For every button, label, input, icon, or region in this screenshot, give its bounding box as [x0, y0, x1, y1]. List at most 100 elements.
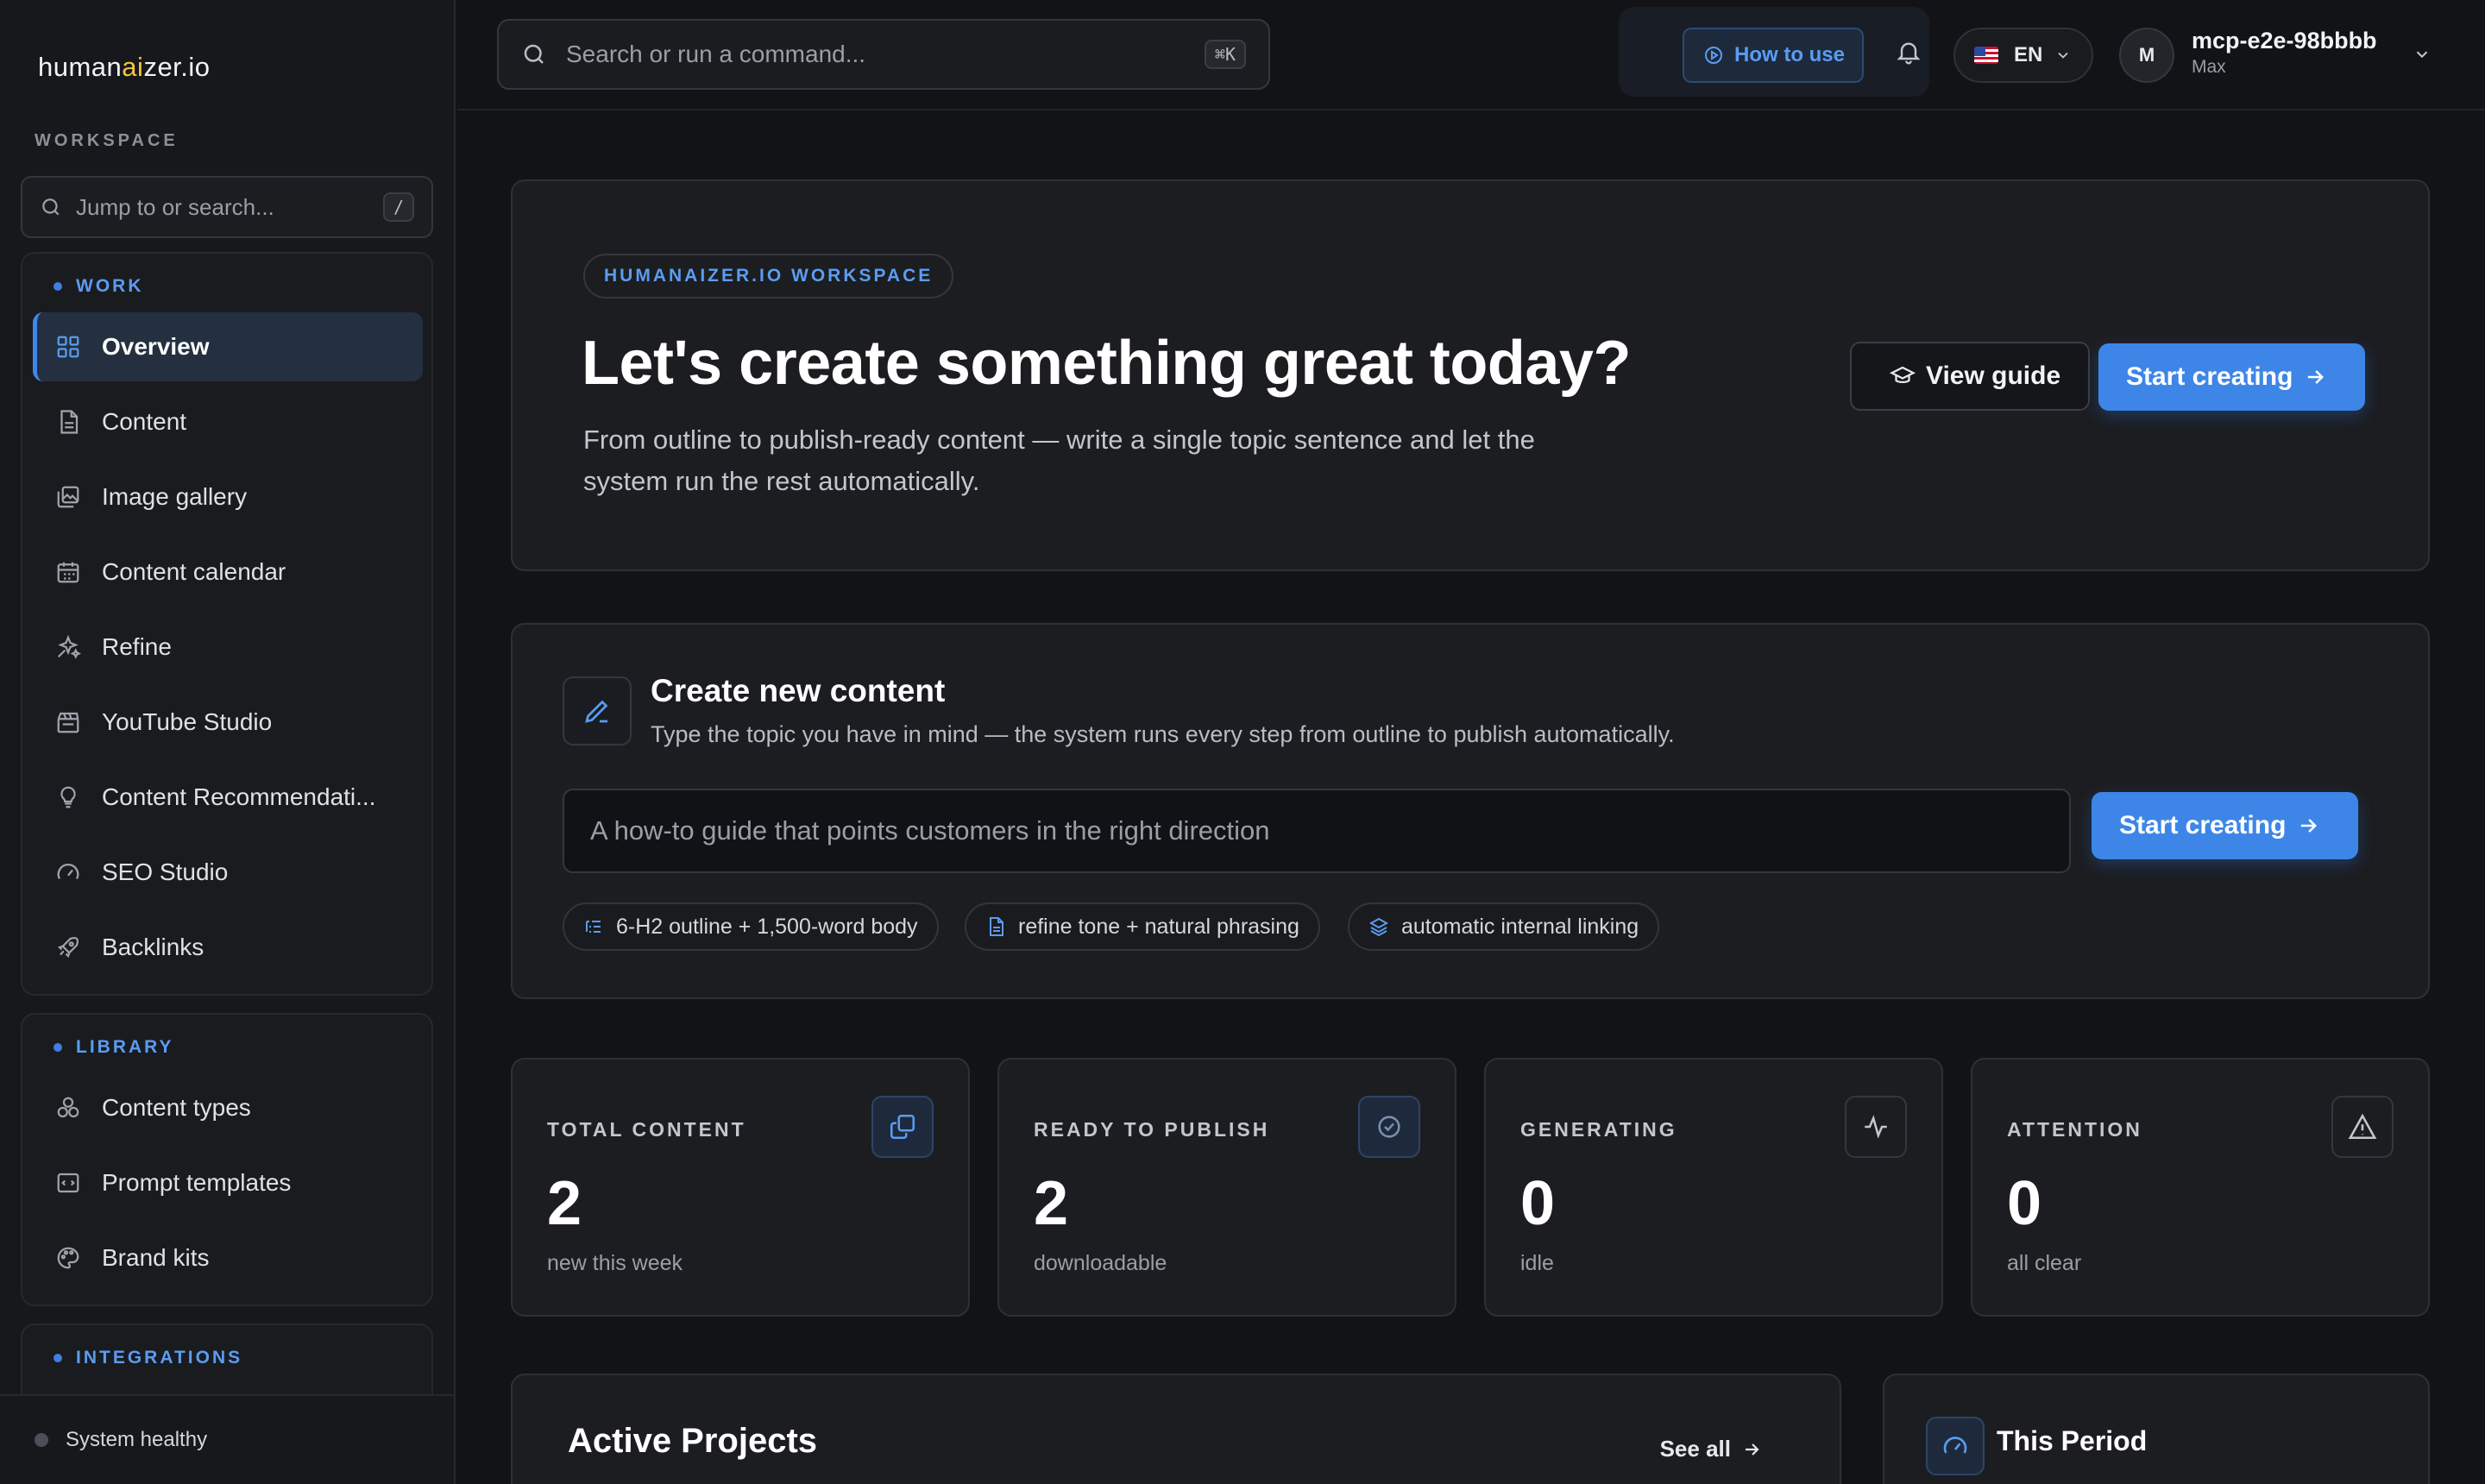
how-to-use-container: How to use — [1619, 7, 1929, 97]
hero-description: From outline to publish-ready content — … — [583, 424, 1535, 496]
stat-value: 2 — [547, 1169, 582, 1238]
avatar[interactable]: M — [2119, 28, 2174, 83]
layers-icon — [1368, 917, 1389, 937]
user-menu-toggle[interactable] — [2413, 45, 2432, 64]
notifications-button[interactable] — [1895, 38, 1922, 66]
active-projects-title: Active Projects — [568, 1422, 818, 1460]
stat-card-generating: GENERATING 0 idle — [1484, 1058, 1943, 1317]
sidebar-item-label: Brand kits — [102, 1244, 210, 1271]
create-content-card: Create new content Type the topic you ha… — [511, 623, 2430, 999]
sidebar-item-content[interactable]: Content — [33, 387, 423, 456]
user-name[interactable]: mcp-e2e-98bbbb — [2192, 28, 2377, 54]
sidebar-item-label: Image gallery — [102, 483, 248, 510]
feature-chip-linking: automatic internal linking — [1348, 902, 1660, 951]
stat-value: 2 — [1034, 1169, 1069, 1238]
document-icon — [990, 917, 1003, 936]
sidebar-item-backlinks[interactable]: Backlinks — [33, 913, 423, 982]
create-start-creating-button[interactable]: Start creating — [2092, 792, 2359, 859]
gauge-icon — [1943, 1437, 1967, 1454]
sidebar-item-prompt-templates[interactable]: Prompt templates — [33, 1148, 423, 1217]
stat-label: TOTAL CONTENT — [547, 1118, 746, 1141]
calendar-icon — [57, 562, 79, 583]
feature-chip-tone: refine tone + natural phrasing — [965, 902, 1320, 951]
sidebar-item-seo-studio[interactable]: SEO Studio — [33, 838, 423, 907]
us-flag-icon — [1974, 47, 1998, 64]
chevron-down-icon — [2058, 52, 2068, 59]
palette-icon — [57, 1247, 79, 1269]
shapes-icon — [57, 1097, 79, 1118]
this-period-title: This Period — [1997, 1425, 2148, 1456]
sidebar-search-input[interactable]: Jump to or search... / — [21, 176, 433, 238]
create-content-description: Type the topic you have in mind — the sy… — [651, 721, 1675, 747]
this-period-card: This Period — [1883, 1374, 2430, 1484]
nav-group-title-library: LIBRARY — [53, 1037, 174, 1058]
sidebar-search-shortcut: / — [382, 192, 414, 222]
page-title: Let's create something great today? — [582, 329, 1631, 398]
sidebar-item-label: Content Recommendati... — [102, 783, 376, 810]
rocket-icon — [57, 936, 79, 959]
arrow-right-icon — [2308, 370, 2325, 384]
see-all-link[interactable]: See all — [1660, 1436, 1762, 1462]
search-icon — [524, 44, 544, 64]
images-icon — [57, 486, 79, 508]
stat-sub: downloadable — [1034, 1251, 1167, 1275]
stat-card-ready-to-publish: READY TO PUBLISH 2 downloadable — [997, 1058, 1456, 1317]
stat-card-total-content: TOTAL CONTENT 2 new this week — [511, 1058, 970, 1317]
stat-label: READY TO PUBLISH — [1034, 1118, 1270, 1141]
system-status-label: System healthy — [66, 1428, 208, 1451]
sidebar-item-label: Content — [102, 408, 187, 435]
chevron-down-icon — [2416, 51, 2428, 59]
activity-icon — [1865, 1115, 1887, 1139]
stat-icon-box — [2331, 1096, 2394, 1158]
arrow-right-icon — [2301, 819, 2318, 833]
sidebar-item-overview[interactable]: Overview — [33, 312, 423, 381]
nav-group-work: WORK Overview Content Image gallery Cont… — [21, 252, 433, 996]
check-badge-icon — [1378, 1116, 1400, 1138]
status-dot-icon — [35, 1433, 48, 1447]
nav-group-title-work: WORK — [53, 276, 144, 297]
sidebar: humanaizer.io WORKSPACE Jump to or searc… — [0, 0, 456, 1484]
sidebar-item-content-types[interactable]: Content types — [33, 1073, 423, 1142]
stat-sub: idle — [1520, 1251, 1554, 1275]
sidebar-item-label: Prompt templates — [102, 1169, 292, 1196]
hero-start-creating-button[interactable]: Start creating — [2098, 343, 2366, 411]
sidebar-item-content-calendar[interactable]: Content calendar — [33, 538, 423, 607]
sidebar-item-label: Content calendar — [102, 558, 286, 585]
sidebar-item-youtube-studio[interactable]: YouTube Studio — [33, 688, 423, 757]
sidebar-item-brand-kits[interactable]: Brand kits — [33, 1223, 423, 1292]
graduation-cap-icon — [1890, 366, 1916, 383]
stat-icon-box — [871, 1096, 934, 1158]
how-to-use-button[interactable]: How to use — [1683, 28, 1864, 83]
topbar: Search or run a command... ⌘K How to use… — [457, 0, 2485, 110]
stat-sub: all clear — [2007, 1251, 2082, 1275]
command-search-input[interactable]: Search or run a command... ⌘K — [497, 19, 1270, 90]
feature-chip-outline: 6-H2 outline + 1,500-word body — [563, 902, 939, 951]
language-label: EN — [2014, 43, 2043, 66]
period-icon-box — [1926, 1417, 1985, 1475]
language-selector[interactable]: EN — [1953, 28, 2093, 83]
sidebar-item-label: SEO Studio — [102, 858, 229, 885]
user-plan: Max — [2192, 57, 2226, 77]
gauge-icon — [57, 864, 79, 880]
workspace-label: WORKSPACE — [35, 131, 179, 150]
sidebar-item-refine[interactable]: Refine — [33, 613, 423, 682]
code-template-icon — [57, 1173, 79, 1193]
sparkles-icon — [57, 634, 81, 659]
sidebar-item-image-gallery[interactable]: Image gallery — [33, 462, 423, 531]
stat-sub: new this week — [547, 1251, 683, 1275]
stat-value: 0 — [1520, 1169, 1556, 1238]
list-outline-icon — [586, 921, 601, 933]
sidebar-item-label: Refine — [102, 633, 172, 660]
brand-logo[interactable]: humanaizer.io — [38, 52, 211, 83]
bell-icon — [1897, 42, 1921, 65]
topic-input[interactable]: A how-to guide that points customers in … — [563, 789, 2071, 873]
copy-icon — [890, 1114, 915, 1140]
pen-icon — [585, 700, 608, 723]
sidebar-item-label: Content types — [102, 1094, 251, 1121]
play-circle-icon — [1705, 47, 1722, 64]
system-status: System healthy — [0, 1394, 454, 1484]
arrow-right-icon — [1746, 1443, 1759, 1456]
topic-input-placeholder: A how-to guide that points customers in … — [590, 815, 1270, 846]
sidebar-item-content-recommendations[interactable]: Content Recommendati... — [33, 763, 423, 832]
view-guide-button[interactable]: View guide — [1850, 342, 2091, 411]
